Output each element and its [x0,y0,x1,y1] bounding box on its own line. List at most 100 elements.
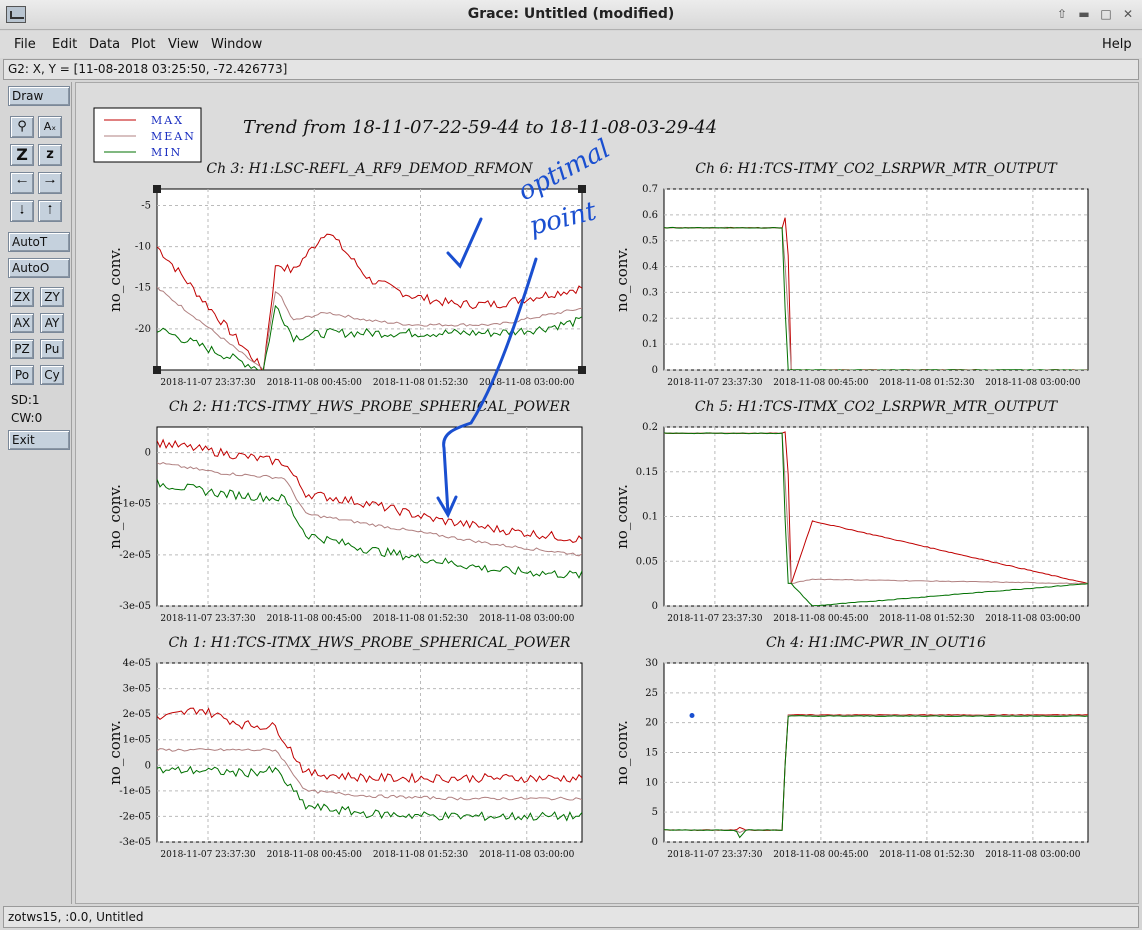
chart-6[interactable]: Ch 4: H1:IMC-PWR_IN_OUT16no_conv.3025201… [613,635,1089,860]
x-tick-label: 2018-11-08 01:52:30 [879,378,974,388]
y-axis-label: no_conv. [106,247,124,312]
y-tick-label: -3e-05 [119,837,151,848]
menu-bar: File Edit Data Plot View Window Help [0,31,1142,58]
exit-button[interactable]: Exit [8,430,70,450]
autot-button[interactable]: AutoT [8,232,70,252]
chart-2[interactable]: Ch 6: H1:TCS-ITMY_CO2_LSRPWR_MTR_OUTPUTn… [613,161,1089,388]
menu-view[interactable]: View [168,37,199,52]
y-tick-label: 0.6 [642,210,658,221]
y-tick-label: 0.1 [642,339,658,350]
y-tick-label: -1e-05 [119,786,151,797]
y-tick-label: -5 [141,200,151,211]
y-tick-label: -1e-05 [119,499,151,510]
y-tick-label: 0.1 [642,512,658,523]
menu-plot[interactable]: Plot [131,37,156,52]
y-tick-label: 3e-05 [123,684,151,695]
scroll-left-button[interactable]: 🠀 [10,172,34,194]
x-tick-label: 2018-11-08 01:52:30 [879,614,974,624]
y-tick-label: -10 [135,242,151,253]
minimize-icon[interactable]: ▬ [1074,5,1094,23]
x-tick-label: 2018-11-07 23:37:30 [160,850,255,860]
magnifier-icon: ⚲ [17,119,27,134]
y-tick-label: 0.7 [642,184,658,195]
menu-edit[interactable]: Edit [52,37,77,52]
window-title: Grace: Untitled (modified) [467,6,675,22]
x-tick-label: 2018-11-07 23:37:30 [160,614,255,624]
ay-button[interactable]: AY [40,313,64,333]
draw-button[interactable]: Draw [8,86,70,106]
close-icon[interactable]: ✕ [1118,5,1138,23]
y-tick-label: 0 [652,837,658,848]
y-tick-label: -15 [135,283,151,294]
y-tick-label: 4e-05 [123,658,151,669]
y-tick-label: 0 [145,760,151,771]
scroll-up-button[interactable]: 🠁 [38,200,62,222]
y-tick-label: 0.4 [642,262,658,273]
x-tick-label: 2018-11-08 00:45:00 [267,378,362,388]
text-tool-button[interactable]: Aₓ [38,116,62,138]
x-tick-label: 2018-11-08 00:45:00 [773,850,868,860]
menu-help[interactable]: Help [1102,37,1132,52]
scroll-down-button[interactable]: 🠃 [10,200,34,222]
zoom-in-button[interactable]: Z [10,144,34,166]
y-tick-label: -2e-05 [119,550,151,561]
selection-handle[interactable] [578,185,586,193]
autoo-button[interactable]: AutoO [8,258,70,278]
po-button[interactable]: Po [10,365,34,385]
plot-frame [156,188,583,371]
x-tick-label: 2018-11-08 00:45:00 [773,378,868,388]
x-tick-label: 2018-11-08 01:52:30 [373,378,468,388]
chart-title: Ch 2: H1:TCS-ITMY_HWS_PROBE_SPHERICAL_PO… [169,399,571,415]
title-bar: Grace: Untitled (modified) ⇧ ▬ □ ✕ [0,0,1142,30]
legend-mean: MEAN [151,130,196,143]
pu-button[interactable]: Pu [40,339,64,359]
x-tick-label: 2018-11-07 23:37:30 [667,378,762,388]
y-axis-label: no_conv. [106,484,124,549]
maximize-icon[interactable]: □ [1096,5,1116,23]
zy-button[interactable]: ZY [40,287,64,307]
zoom-small-icon: z [46,147,54,162]
plot-canvas[interactable]: MAX MEAN MIN Trend from 18-11-07-22-59-4… [75,82,1139,904]
x-tick-label: 2018-11-08 03:00:00 [985,378,1080,388]
y-tick-label: 30 [645,658,658,669]
y-tick-label: 0.15 [636,467,658,478]
x-tick-label: 2018-11-07 23:37:30 [160,378,255,388]
chart-5[interactable]: Ch 1: H1:TCS-ITMX_HWS_PROBE_SPHERICAL_PO… [106,635,583,860]
y-tick-label: 25 [645,688,658,699]
arrow-left-icon: 🠀 [16,175,28,190]
menu-file[interactable]: File [14,37,36,52]
x-tick-label: 2018-11-08 01:52:30 [373,850,468,860]
y-tick-label: 0.05 [636,556,658,567]
chart-title: Ch 4: H1:IMC-PWR_IN_OUT16 [766,635,986,651]
x-tick-label: 2018-11-07 23:37:30 [667,850,762,860]
plot-frame [156,662,583,843]
pz-button[interactable]: PZ [10,339,34,359]
y-axis-label: no_conv. [106,720,124,785]
chart-1[interactable]: Ch 3: H1:LSC-REFL_A_RF9_DEMOD_RFMON no_co… [106,161,583,388]
selection-handle[interactable] [153,366,161,374]
arrow-down-icon: 🠃 [19,203,25,218]
menu-window[interactable]: Window [211,37,262,52]
text-tool-icon: Aₓ [43,120,57,133]
arrow-right-icon: 🠂 [44,175,56,190]
scroll-right-button[interactable]: 🠂 [38,172,62,194]
shade-icon[interactable]: ⇧ [1052,5,1072,23]
cy-button[interactable]: Cy [40,365,64,385]
zx-button[interactable]: ZX [10,287,34,307]
selection-handle[interactable] [578,366,586,374]
selection-handle[interactable] [153,185,161,193]
x-tick-label: 2018-11-08 03:00:00 [985,850,1080,860]
chart-3[interactable]: Ch 2: H1:TCS-ITMY_HWS_PROBE_SPHERICAL_PO… [106,399,583,624]
chart-title: Ch 1: H1:TCS-ITMX_HWS_PROBE_SPHERICAL_PO… [169,635,571,651]
y-tick-label: -2e-05 [119,811,151,822]
y-axis-label: no_conv. [613,247,631,312]
ax-button[interactable]: AX [10,313,34,333]
graph-area[interactable]: MAX MEAN MIN Trend from 18-11-07-22-59-4… [76,83,1138,903]
zoom-tool-button[interactable]: ⚲ [10,116,34,138]
arrow-up-icon: 🠁 [47,203,53,218]
zoom-out-button[interactable]: z [38,144,62,166]
chart-4[interactable]: Ch 5: H1:TCS-ITMX_CO2_LSRPWR_MTR_OUTPUTn… [613,399,1089,624]
menu-data[interactable]: Data [89,37,120,52]
y-tick-label: 1e-05 [123,735,151,746]
y-tick-label: 0.3 [642,287,658,298]
